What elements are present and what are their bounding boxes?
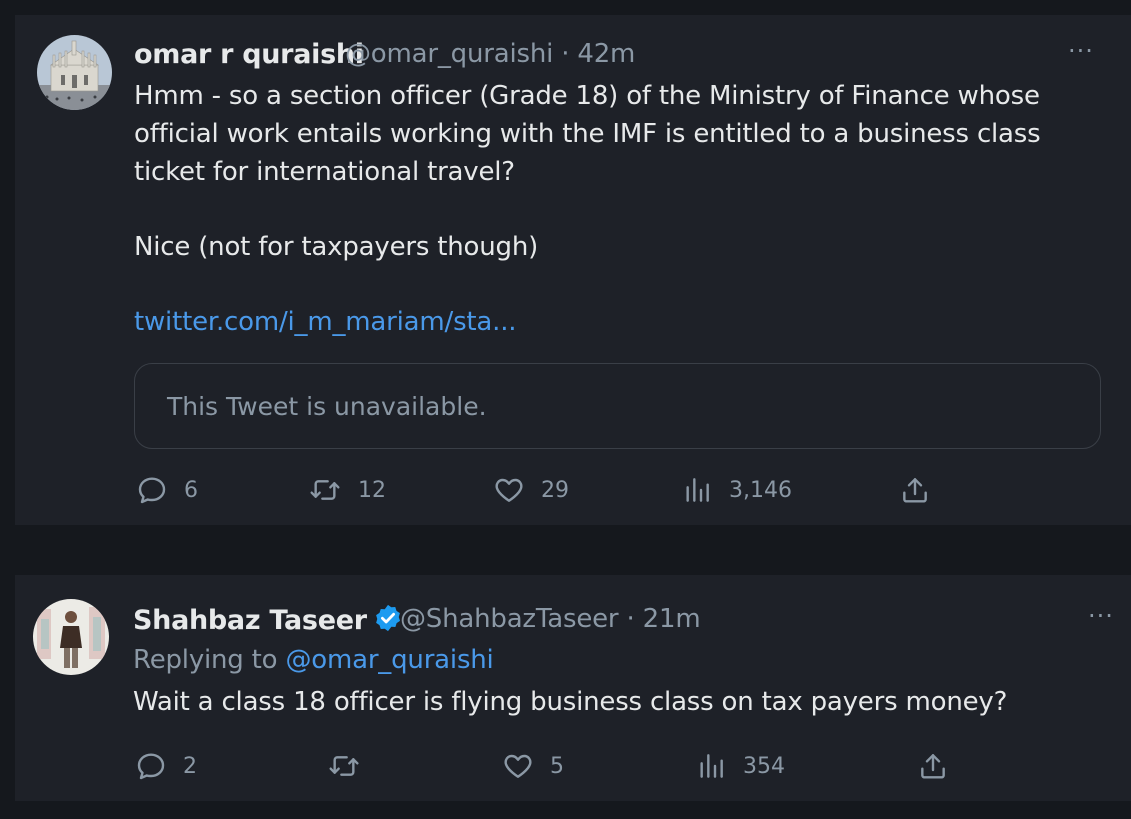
views-icon <box>686 478 709 502</box>
retweet-icon <box>329 756 359 776</box>
reply-icon <box>138 477 166 504</box>
views-button[interactable]: 3,146 <box>681 474 792 506</box>
views-icon <box>700 754 723 778</box>
tweet-card-2[interactable]: Shahbaz Taseer @ShahbazTaseer · 21m ··· … <box>15 575 1131 801</box>
avatar[interactable] <box>33 599 109 675</box>
retweet-button[interactable]: 12 <box>308 474 386 506</box>
quote-text: This Tweet is unavailable. <box>167 391 487 421</box>
like-button[interactable]: 5 <box>502 750 564 782</box>
tweet-text-line: official work entails working with the I… <box>134 119 1041 149</box>
share-icon <box>903 478 927 503</box>
reply-button[interactable]: 6 <box>136 474 198 506</box>
tweet-text: Hmm - so a section officer (Grade 18) of… <box>134 77 1041 191</box>
display-name-row[interactable]: Shahbaz Taseer <box>133 603 403 636</box>
verified-badge-icon <box>375 604 400 632</box>
timestamp[interactable]: · 42m <box>561 39 635 69</box>
reply-count: 6 <box>184 477 198 503</box>
more-options-button[interactable]: ··· <box>1068 39 1094 63</box>
retweet-count: 12 <box>358 477 386 503</box>
reply-count: 2 <box>183 753 197 779</box>
tweet-card-1[interactable]: omar r quraishi @omar_quraishi · 42m ···… <box>15 15 1131 525</box>
tweet-text-line: ticket for international travel? <box>134 157 515 187</box>
retweet-button[interactable] <box>327 750 377 782</box>
tweet-text: Wait a class 18 officer is flying busine… <box>133 687 1008 717</box>
reply-button[interactable]: 2 <box>135 750 197 782</box>
more-options-button[interactable]: ··· <box>1088 604 1114 628</box>
timestamp[interactable]: · 21m <box>627 604 701 634</box>
retweet-icon <box>310 480 340 500</box>
like-count: 5 <box>550 753 564 779</box>
share-icon <box>921 754 945 779</box>
heart-icon <box>495 478 523 502</box>
tweet-text-line: Nice (not for taxpayers though) <box>134 232 539 262</box>
replying-prefix: Replying to <box>133 645 286 675</box>
tweet-text-line: Hmm - so a section officer (Grade 18) of… <box>134 81 1040 111</box>
display-name[interactable]: Shahbaz Taseer <box>133 605 367 636</box>
handle-time[interactable]: @omar_quraishi · 42m <box>345 39 635 69</box>
heart-icon <box>504 754 532 778</box>
tweet-link[interactable]: twitter.com/i_m_mariam/sta... <box>134 303 517 341</box>
avatar[interactable] <box>37 35 112 110</box>
share-button[interactable] <box>899 474 931 506</box>
display-name[interactable]: omar r quraishi <box>134 39 364 70</box>
person-photo <box>33 599 109 675</box>
reply-icon <box>137 753 165 780</box>
like-count: 29 <box>541 477 569 503</box>
cathedral-photo <box>37 35 112 110</box>
handle-time[interactable]: @ShahbazTaseer · 21m <box>400 604 701 634</box>
quoted-tweet-unavailable[interactable]: This Tweet is unavailable. <box>134 363 1101 449</box>
replying-handle-link[interactable]: @omar_quraishi <box>285 645 493 675</box>
share-button[interactable] <box>917 750 949 782</box>
views-button[interactable]: 354 <box>695 750 785 782</box>
handle[interactable]: @omar_quraishi <box>345 39 553 69</box>
replying-to: Replying to @omar_quraishi <box>133 645 494 675</box>
handle[interactable]: @ShahbazTaseer <box>400 604 619 634</box>
like-button[interactable]: 29 <box>493 474 569 506</box>
views-count: 3,146 <box>729 477 792 503</box>
views-count: 354 <box>743 753 785 779</box>
